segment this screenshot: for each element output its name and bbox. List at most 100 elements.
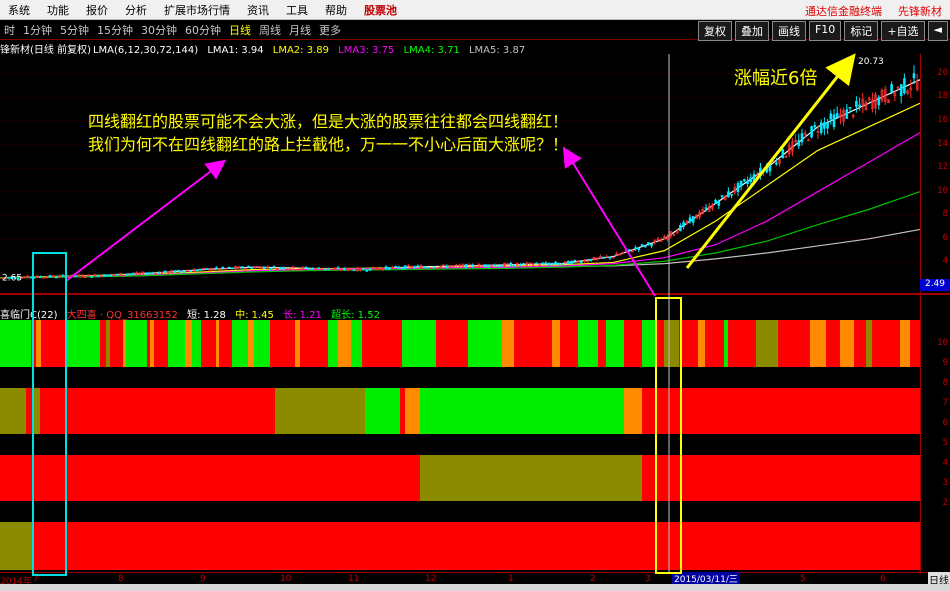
menu-item[interactable]: 工具 bbox=[278, 2, 317, 18]
band-segment bbox=[0, 455, 420, 501]
period-item[interactable]: 周线 bbox=[255, 22, 285, 38]
candle-body bbox=[96, 275, 100, 278]
band-segment bbox=[910, 320, 920, 367]
candle-body bbox=[397, 266, 401, 269]
candle-body bbox=[157, 271, 161, 274]
band-segment bbox=[560, 320, 578, 367]
candle-body bbox=[336, 267, 340, 269]
menu-item[interactable]: 扩展市场行情 bbox=[156, 2, 239, 18]
candle-body bbox=[704, 207, 708, 209]
band-segment bbox=[110, 320, 123, 367]
chart-tool-button[interactable]: F10 bbox=[808, 21, 842, 41]
period-item[interactable]: 60分钟 bbox=[181, 22, 225, 38]
price-tick-label: 12 bbox=[937, 162, 948, 173]
chart-tool-button[interactable]: 叠加 bbox=[734, 21, 769, 41]
price-tick-label: 18 bbox=[937, 91, 948, 102]
bottom-tabs[interactable] bbox=[0, 584, 950, 591]
candle-body bbox=[688, 217, 692, 222]
period-item[interactable]: 更多 bbox=[315, 22, 345, 38]
band-segment bbox=[656, 320, 664, 367]
candle-body bbox=[272, 266, 276, 268]
band-segment bbox=[756, 320, 778, 367]
candle-body bbox=[848, 106, 852, 109]
band-segment bbox=[664, 320, 679, 367]
band-segment bbox=[0, 320, 31, 367]
panel-separator bbox=[0, 293, 950, 295]
candle-body bbox=[263, 266, 266, 269]
menu-item[interactable]: 资讯 bbox=[239, 2, 278, 18]
indicator-bands[interactable] bbox=[0, 320, 920, 572]
candle-body bbox=[512, 264, 516, 267]
menu-right-links: 通达信金融终端 先锋新材 bbox=[805, 3, 942, 19]
menu-item[interactable]: 帮助 bbox=[317, 2, 356, 18]
chart-tool-button[interactable]: +自选 bbox=[881, 21, 925, 41]
menu-item[interactable]: 分析 bbox=[117, 2, 156, 18]
band-segment bbox=[287, 388, 365, 434]
price-chart[interactable]: 20.73 2.65 bbox=[0, 54, 950, 294]
period-item[interactable]: 1分钟 bbox=[19, 22, 56, 38]
menu-item[interactable]: 功能 bbox=[39, 2, 78, 18]
price-tick-label: 8 bbox=[942, 209, 948, 220]
candle-body bbox=[535, 262, 538, 265]
candle-body bbox=[471, 264, 474, 267]
indicator-tick-label: 5 bbox=[942, 438, 948, 448]
candle-body bbox=[231, 267, 234, 270]
menu-item[interactable]: 报价 bbox=[78, 2, 117, 18]
candle-body bbox=[775, 162, 778, 165]
chart-tool-button[interactable]: 画线 bbox=[771, 21, 806, 41]
band-segment bbox=[147, 320, 150, 367]
band-segment bbox=[123, 320, 126, 367]
band-segment bbox=[106, 320, 110, 367]
indicator-tick-label: 8 bbox=[942, 378, 948, 388]
period-toolbar: 时 1分钟 5分钟 15分钟 30分钟 60分钟 日线 周线 月线 更多 复权 叠加 画线 F10 标记 +自… bbox=[0, 20, 950, 41]
stock-name-link[interactable]: 先锋新材 bbox=[898, 3, 942, 19]
period-item[interactable]: 时 bbox=[0, 22, 19, 38]
period-item[interactable]: 5分钟 bbox=[56, 22, 93, 38]
candle-body bbox=[195, 269, 199, 272]
chart-tool-button[interactable]: 标记 bbox=[844, 21, 879, 41]
candle-body bbox=[736, 183, 740, 193]
band-segment bbox=[642, 388, 920, 434]
band-segment bbox=[275, 388, 287, 434]
candle-body bbox=[279, 266, 282, 269]
annotation-line2: 我们为何不在四线翻红的路上拦截他，万一一不小心后面大涨呢？！ bbox=[88, 135, 569, 154]
menu-item[interactable]: 系统 bbox=[0, 2, 39, 18]
tdx-terminal-link[interactable]: 通达信金融终端 bbox=[805, 3, 882, 19]
candle-body bbox=[855, 100, 858, 107]
band-segment bbox=[32, 522, 920, 570]
candle-body bbox=[547, 263, 551, 266]
period-item[interactable]: 15分钟 bbox=[93, 22, 137, 38]
band-segment bbox=[840, 320, 854, 367]
high-marker: 20.73 bbox=[858, 57, 884, 67]
band-segment bbox=[642, 320, 656, 367]
period-item[interactable]: 月线 bbox=[285, 22, 315, 38]
candle-body bbox=[400, 267, 404, 270]
candle-body bbox=[890, 84, 893, 93]
candle-body bbox=[282, 267, 285, 270]
period-item[interactable]: 30分钟 bbox=[137, 22, 181, 38]
chart-tool-button[interactable]: ◄ bbox=[927, 21, 948, 41]
candle-body bbox=[464, 263, 468, 268]
band-segment bbox=[468, 320, 502, 367]
date-tick-label: 2 bbox=[590, 574, 596, 584]
candle-body bbox=[752, 174, 756, 182]
candle-body bbox=[368, 268, 372, 271]
stock-pool-menu[interactable]: 股票池 bbox=[356, 2, 406, 18]
period-item[interactable]: 日线 bbox=[225, 22, 255, 38]
band-segment bbox=[866, 320, 872, 367]
candle-body bbox=[797, 139, 801, 147]
candle-body bbox=[483, 264, 487, 267]
candle-body bbox=[640, 244, 644, 247]
candle-body bbox=[714, 199, 717, 205]
chart-tool-button[interactable]: 复权 bbox=[697, 21, 732, 41]
period-tab[interactable]: 日线 bbox=[928, 572, 950, 587]
candle-body bbox=[765, 167, 769, 173]
indicator-tick-label: 4 bbox=[942, 458, 948, 468]
date-tick-label: 12 bbox=[425, 574, 437, 584]
candle-body bbox=[749, 177, 753, 183]
band-segment bbox=[40, 388, 275, 434]
candle-body bbox=[250, 267, 253, 269]
candle-body bbox=[519, 264, 522, 266]
candle-body bbox=[810, 126, 813, 138]
band-segment bbox=[402, 320, 436, 367]
